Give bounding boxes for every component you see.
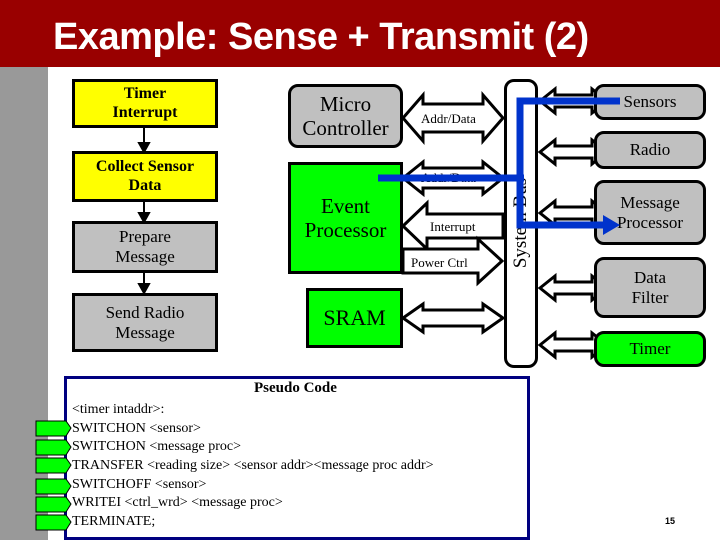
step-marker-icon [35,514,72,531]
step-marker-icon [35,457,72,474]
step-marker-icon [35,420,72,437]
step-markers [35,420,72,531]
step-marker-icon [35,478,72,495]
page-number: 15 [665,516,676,526]
step-marker-icon [35,439,72,456]
step-marker-icon [35,496,72,513]
